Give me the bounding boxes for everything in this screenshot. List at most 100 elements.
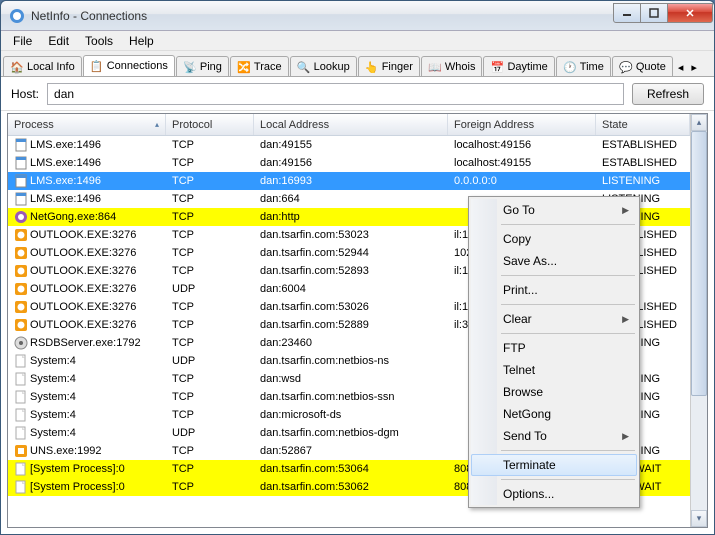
table-row[interactable]: LMS.exe:1496TCPdan:49156localhost:49155E… <box>8 154 690 172</box>
menubar: File Edit Tools Help <box>1 31 714 51</box>
cm-options[interactable]: Options... <box>471 483 637 505</box>
menu-help[interactable]: Help <box>121 32 162 50</box>
cell-process: LMS.exe:1496 <box>30 157 101 169</box>
tab-scroll-right[interactable]: ▸ <box>687 59 701 76</box>
maximize-button[interactable] <box>640 3 668 23</box>
cell-protocol: TCP <box>166 463 254 475</box>
cm-netgong[interactable]: NetGong <box>471 403 637 425</box>
scroll-down-button[interactable]: ▾ <box>691 510 707 527</box>
cell-process: [System Process]:0 <box>30 463 125 475</box>
cell-process: System:4 <box>30 373 76 385</box>
tab-time[interactable]: 🕐Time <box>556 56 611 77</box>
cm-terminate[interactable]: Terminate <box>471 454 637 476</box>
tab-daytime[interactable]: 📅Daytime <box>483 56 554 77</box>
scroll-track[interactable] <box>691 131 707 510</box>
cm-goto[interactable]: Go To▶ <box>471 199 637 221</box>
tab-connections[interactable]: 📋Connections <box>83 55 175 77</box>
cell-local: dan.tsarfin.com:53023 <box>254 229 448 241</box>
whois-icon: 📖 <box>428 60 442 74</box>
tab-finger[interactable]: 👆Finger <box>358 56 420 77</box>
cell-process: OUTLOOK.EXE:3276 <box>30 301 136 313</box>
process-icon <box>14 228 28 242</box>
sort-asc-icon: ▴ <box>155 120 159 129</box>
cell-local: dan.tsarfin.com:netbios-ns <box>254 355 448 367</box>
cell-local: dan.tsarfin.com:netbios-ssn <box>254 391 448 403</box>
tab-whois[interactable]: 📖Whois <box>421 56 483 77</box>
cm-separator <box>501 304 635 305</box>
tab-quote[interactable]: 💬Quote <box>612 56 673 77</box>
cm-telnet[interactable]: Telnet <box>471 359 637 381</box>
cell-local: dan.tsarfin.com:52893 <box>254 265 448 277</box>
process-icon <box>14 174 28 188</box>
window-controls <box>614 3 713 23</box>
cell-protocol: TCP <box>166 373 254 385</box>
process-icon <box>14 408 28 422</box>
col-protocol[interactable]: Protocol <box>166 114 254 135</box>
menu-edit[interactable]: Edit <box>40 32 77 50</box>
close-button[interactable] <box>667 3 713 23</box>
cell-process: System:4 <box>30 355 76 367</box>
tab-scroll-left[interactable]: ◂ <box>674 59 688 76</box>
cm-separator <box>501 479 635 480</box>
vertical-scrollbar[interactable]: ▴ ▾ <box>690 114 707 527</box>
refresh-button[interactable]: Refresh <box>632 83 704 105</box>
hostbar: Host: Refresh <box>1 77 714 111</box>
cell-protocol: UDP <box>166 283 254 295</box>
cell-process: OUTLOOK.EXE:3276 <box>30 265 136 277</box>
process-icon <box>14 372 28 386</box>
host-input[interactable] <box>47 83 624 105</box>
minimize-button[interactable] <box>613 3 641 23</box>
process-icon <box>14 462 28 476</box>
cm-clear[interactable]: Clear▶ <box>471 308 637 330</box>
cell-state: LISTENING <box>596 175 690 187</box>
host-label: Host: <box>11 87 39 101</box>
process-icon <box>14 138 28 152</box>
scroll-thumb[interactable] <box>691 131 707 396</box>
window-title: NetInfo - Connections <box>31 9 614 23</box>
table-row[interactable]: LMS.exe:1496TCPdan:169930.0.0.0:0LISTENI… <box>8 172 690 190</box>
process-icon <box>14 156 28 170</box>
col-process[interactable]: Process▴ <box>8 114 166 135</box>
cm-browse[interactable]: Browse <box>471 381 637 403</box>
cell-local: dan:http <box>254 211 448 223</box>
table-row[interactable]: LMS.exe:1496TCPdan:49155localhost:49156E… <box>8 136 690 154</box>
cm-separator <box>501 450 635 451</box>
menu-file[interactable]: File <box>5 32 40 50</box>
tab-ping[interactable]: 📡Ping <box>176 56 229 77</box>
cell-protocol: TCP <box>166 229 254 241</box>
cell-protocol: UDP <box>166 355 254 367</box>
process-icon <box>14 210 28 224</box>
process-icon <box>14 480 28 494</box>
cell-local: dan:49155 <box>254 139 448 151</box>
cell-protocol: TCP <box>166 409 254 421</box>
cm-saveas[interactable]: Save As... <box>471 250 637 272</box>
cm-print[interactable]: Print... <box>471 279 637 301</box>
cell-local: dan:49156 <box>254 157 448 169</box>
menu-tools[interactable]: Tools <box>77 32 121 50</box>
trace-icon: 🔀 <box>237 60 251 74</box>
tab-trace[interactable]: 🔀Trace <box>230 56 289 77</box>
cell-process: [System Process]:0 <box>30 481 125 493</box>
ping-icon: 📡 <box>183 60 197 74</box>
cm-sendto[interactable]: Send To▶ <box>471 425 637 447</box>
process-icon <box>14 264 28 278</box>
col-local[interactable]: Local Address <box>254 114 448 135</box>
cm-copy[interactable]: Copy <box>471 228 637 250</box>
submenu-arrow-icon: ▶ <box>622 314 629 325</box>
cell-protocol: TCP <box>166 193 254 205</box>
col-state[interactable]: State <box>596 114 690 135</box>
scroll-up-button[interactable]: ▴ <box>691 114 707 131</box>
app-window: NetInfo - Connections File Edit Tools He… <box>0 0 715 535</box>
tab-lookup[interactable]: 🔍Lookup <box>290 56 357 77</box>
tab-local-info[interactable]: 🏠Local Info <box>3 56 82 77</box>
cell-process: OUTLOOK.EXE:3276 <box>30 247 136 259</box>
cm-ftp[interactable]: FTP <box>471 337 637 359</box>
process-icon <box>14 246 28 260</box>
cell-process: System:4 <box>30 427 76 439</box>
submenu-arrow-icon: ▶ <box>622 205 629 216</box>
cell-process: UNS.exe:1992 <box>30 445 102 457</box>
cell-local: dan:52867 <box>254 445 448 457</box>
titlebar[interactable]: NetInfo - Connections <box>1 1 714 31</box>
cell-foreign: 0.0.0.0:0 <box>448 175 596 187</box>
col-foreign[interactable]: Foreign Address <box>448 114 596 135</box>
